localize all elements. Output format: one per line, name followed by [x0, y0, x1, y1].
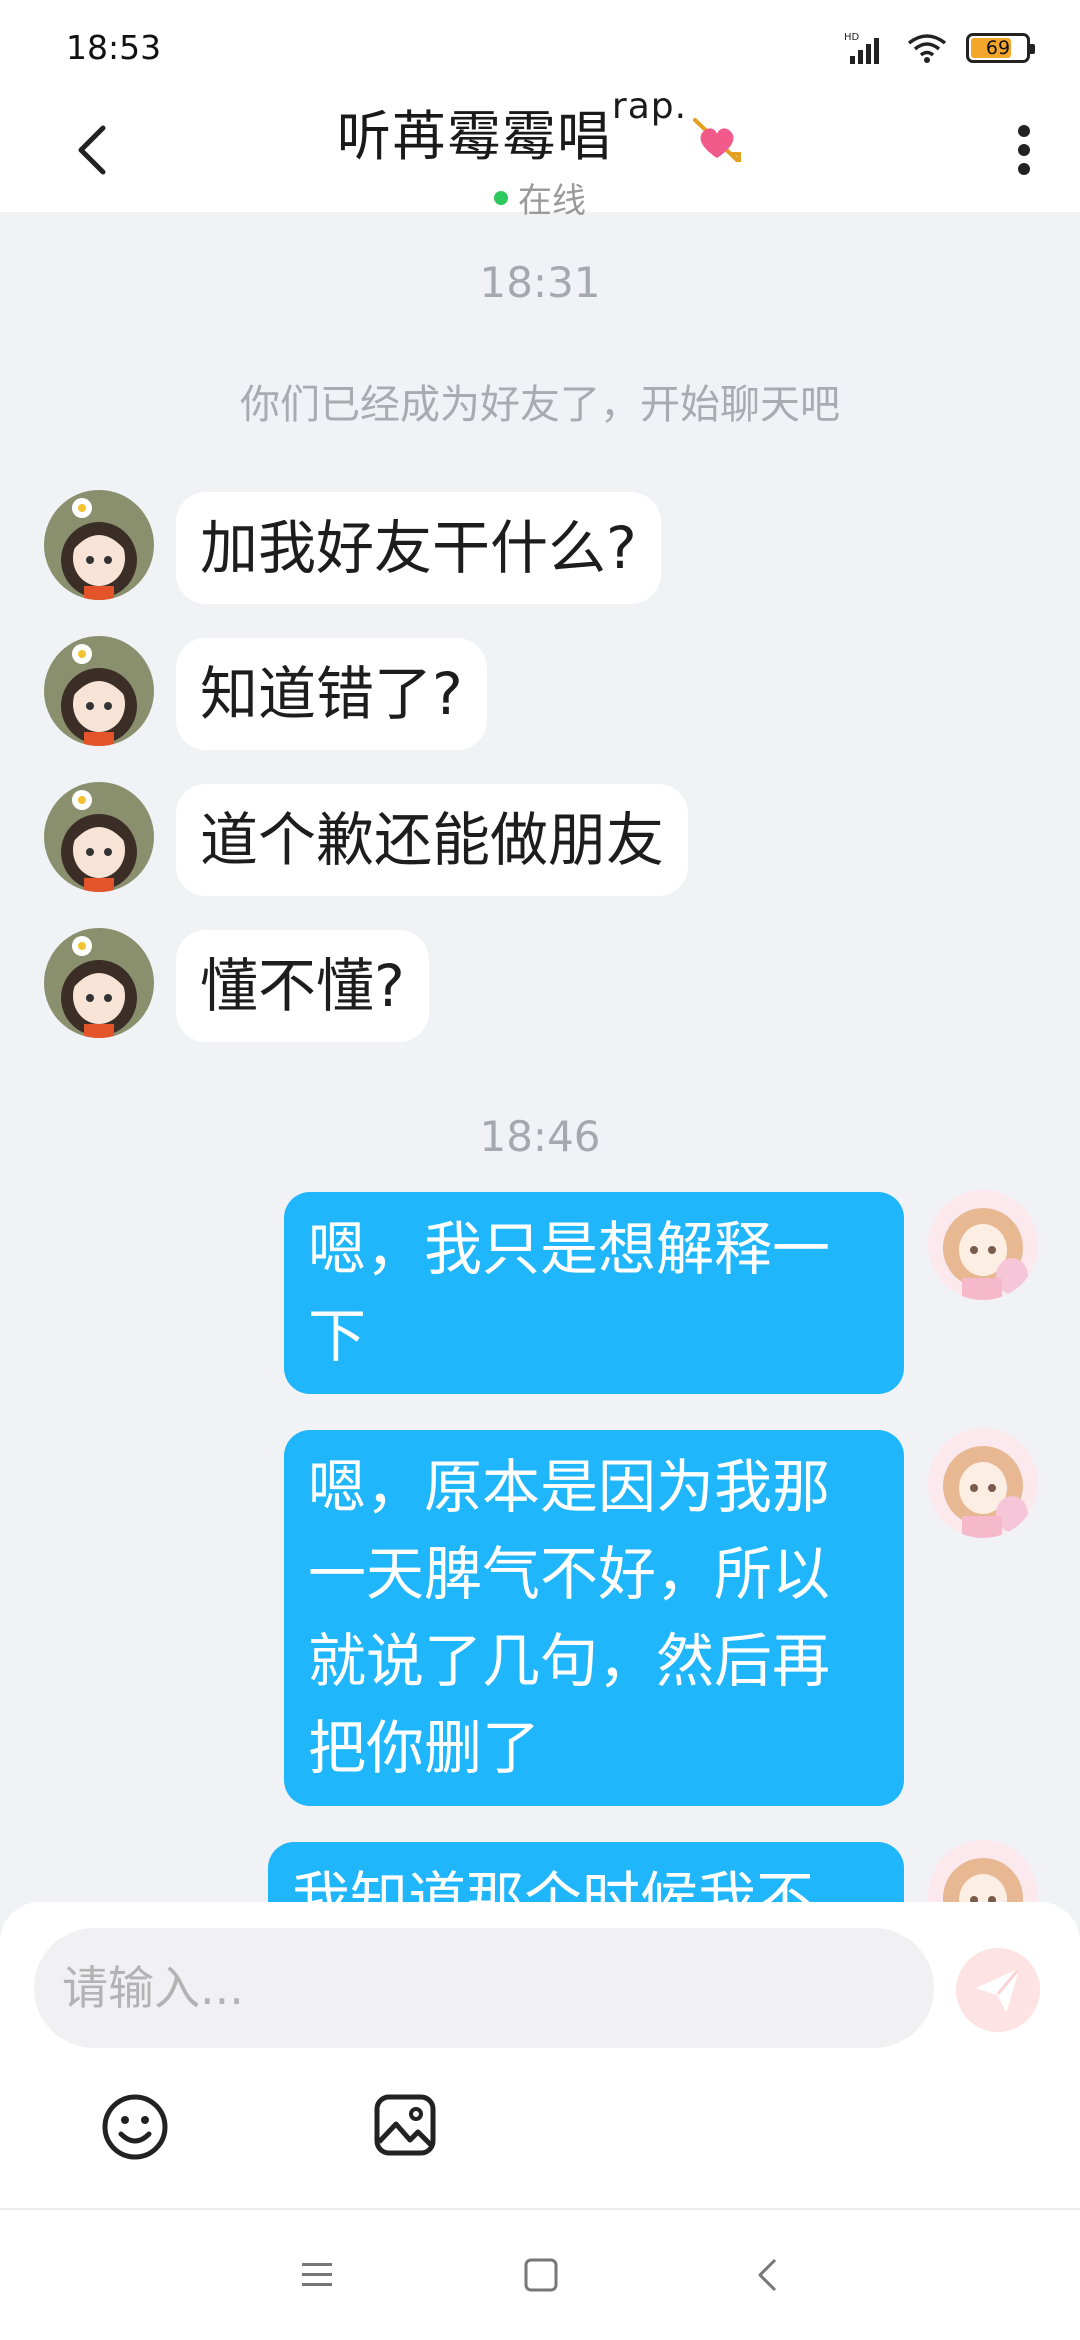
system-message: 你们已经成为好友了，开始聊天吧: [240, 382, 840, 428]
chat-title: 听苒霉霉唱rap.: [140, 86, 940, 171]
timestamp: 18:31: [479, 258, 601, 307]
more-vertical-icon: [1018, 125, 1030, 175]
friend-avatar-image: [44, 928, 154, 1038]
send-icon: [977, 1969, 1020, 2011]
chat-area[interactable]: 18:31 你们已经成为好友了，开始聊天吧 加我好友干什么? 知道错了? 道个歉…: [0, 212, 1080, 1902]
my-avatar-image: [928, 1190, 1038, 1300]
image-icon: [374, 2094, 436, 2156]
my-avatar[interactable]: [928, 1840, 1038, 1902]
chat-header: 听苒霉霉唱rap. 在线: [0, 86, 1080, 221]
signal-icon: HD: [844, 32, 879, 64]
back-button[interactable]: [62, 120, 122, 180]
emoji-icon: [102, 2094, 168, 2160]
nav-home-button[interactable]: [516, 2250, 566, 2300]
friend-avatar[interactable]: [44, 636, 154, 746]
system-nav-bar: [0, 2210, 1080, 2340]
outgoing-message[interactable]: 我知道那个时候我不: [268, 1842, 904, 1902]
emoji-button[interactable]: [100, 2092, 170, 2162]
battery-icon: 69: [966, 33, 1035, 63]
title-area: 听苒霉霉唱rap. 在线: [140, 86, 940, 222]
my-avatar-image: [928, 1840, 1038, 1902]
friend-avatar[interactable]: [44, 928, 154, 1038]
my-avatar[interactable]: [928, 1190, 1038, 1300]
nav-back-button[interactable]: [742, 2250, 792, 2300]
input-bar: [0, 1902, 1080, 2210]
status-icons: HD 69: [844, 28, 1035, 68]
my-avatar[interactable]: [928, 1428, 1038, 1538]
incoming-message[interactable]: 加我好友干什么?: [176, 492, 661, 604]
status-time: 18:53: [66, 28, 162, 67]
timestamp: 18:46: [479, 1112, 601, 1161]
heart-arrow-icon: [693, 118, 742, 163]
send-button[interactable]: [956, 1948, 1040, 2032]
friend-avatar-image: [44, 636, 154, 746]
status-bar: 18:53 HD 69: [0, 0, 1080, 90]
more-button[interactable]: [994, 114, 1054, 186]
message-input[interactable]: [34, 1928, 934, 2048]
chat-title-text: 听苒霉霉唱: [336, 105, 612, 168]
home-square-icon: [524, 2258, 558, 2292]
friend-avatar[interactable]: [44, 782, 154, 892]
incoming-message[interactable]: 知道错了?: [176, 638, 487, 750]
friend-avatar-image: [44, 782, 154, 892]
incoming-message[interactable]: 懂不懂?: [176, 930, 429, 1042]
chat-title-suffix: rap.: [611, 86, 688, 127]
back-triangle-icon: [758, 2258, 777, 2292]
battery-level: 69: [985, 37, 1011, 59]
online-dot: [494, 190, 508, 205]
chevron-left-icon: [78, 125, 106, 175]
menu-icon: [302, 2263, 332, 2286]
friend-avatar[interactable]: [44, 490, 154, 600]
svg-text:HD: HD: [844, 32, 860, 43]
friend-avatar-image: [44, 490, 154, 600]
my-avatar-image: [928, 1428, 1038, 1538]
image-button[interactable]: [372, 2092, 438, 2158]
outgoing-message[interactable]: 嗯，原本是因为我那一天脾气不好，所以就说了几句，然后再把你删了: [284, 1430, 904, 1806]
nav-menu-button[interactable]: [292, 2250, 342, 2300]
wifi-icon: [907, 34, 947, 63]
outgoing-message[interactable]: 嗯，我只是想解释一下: [284, 1192, 904, 1394]
incoming-message[interactable]: 道个歉还能做朋友: [176, 784, 689, 896]
